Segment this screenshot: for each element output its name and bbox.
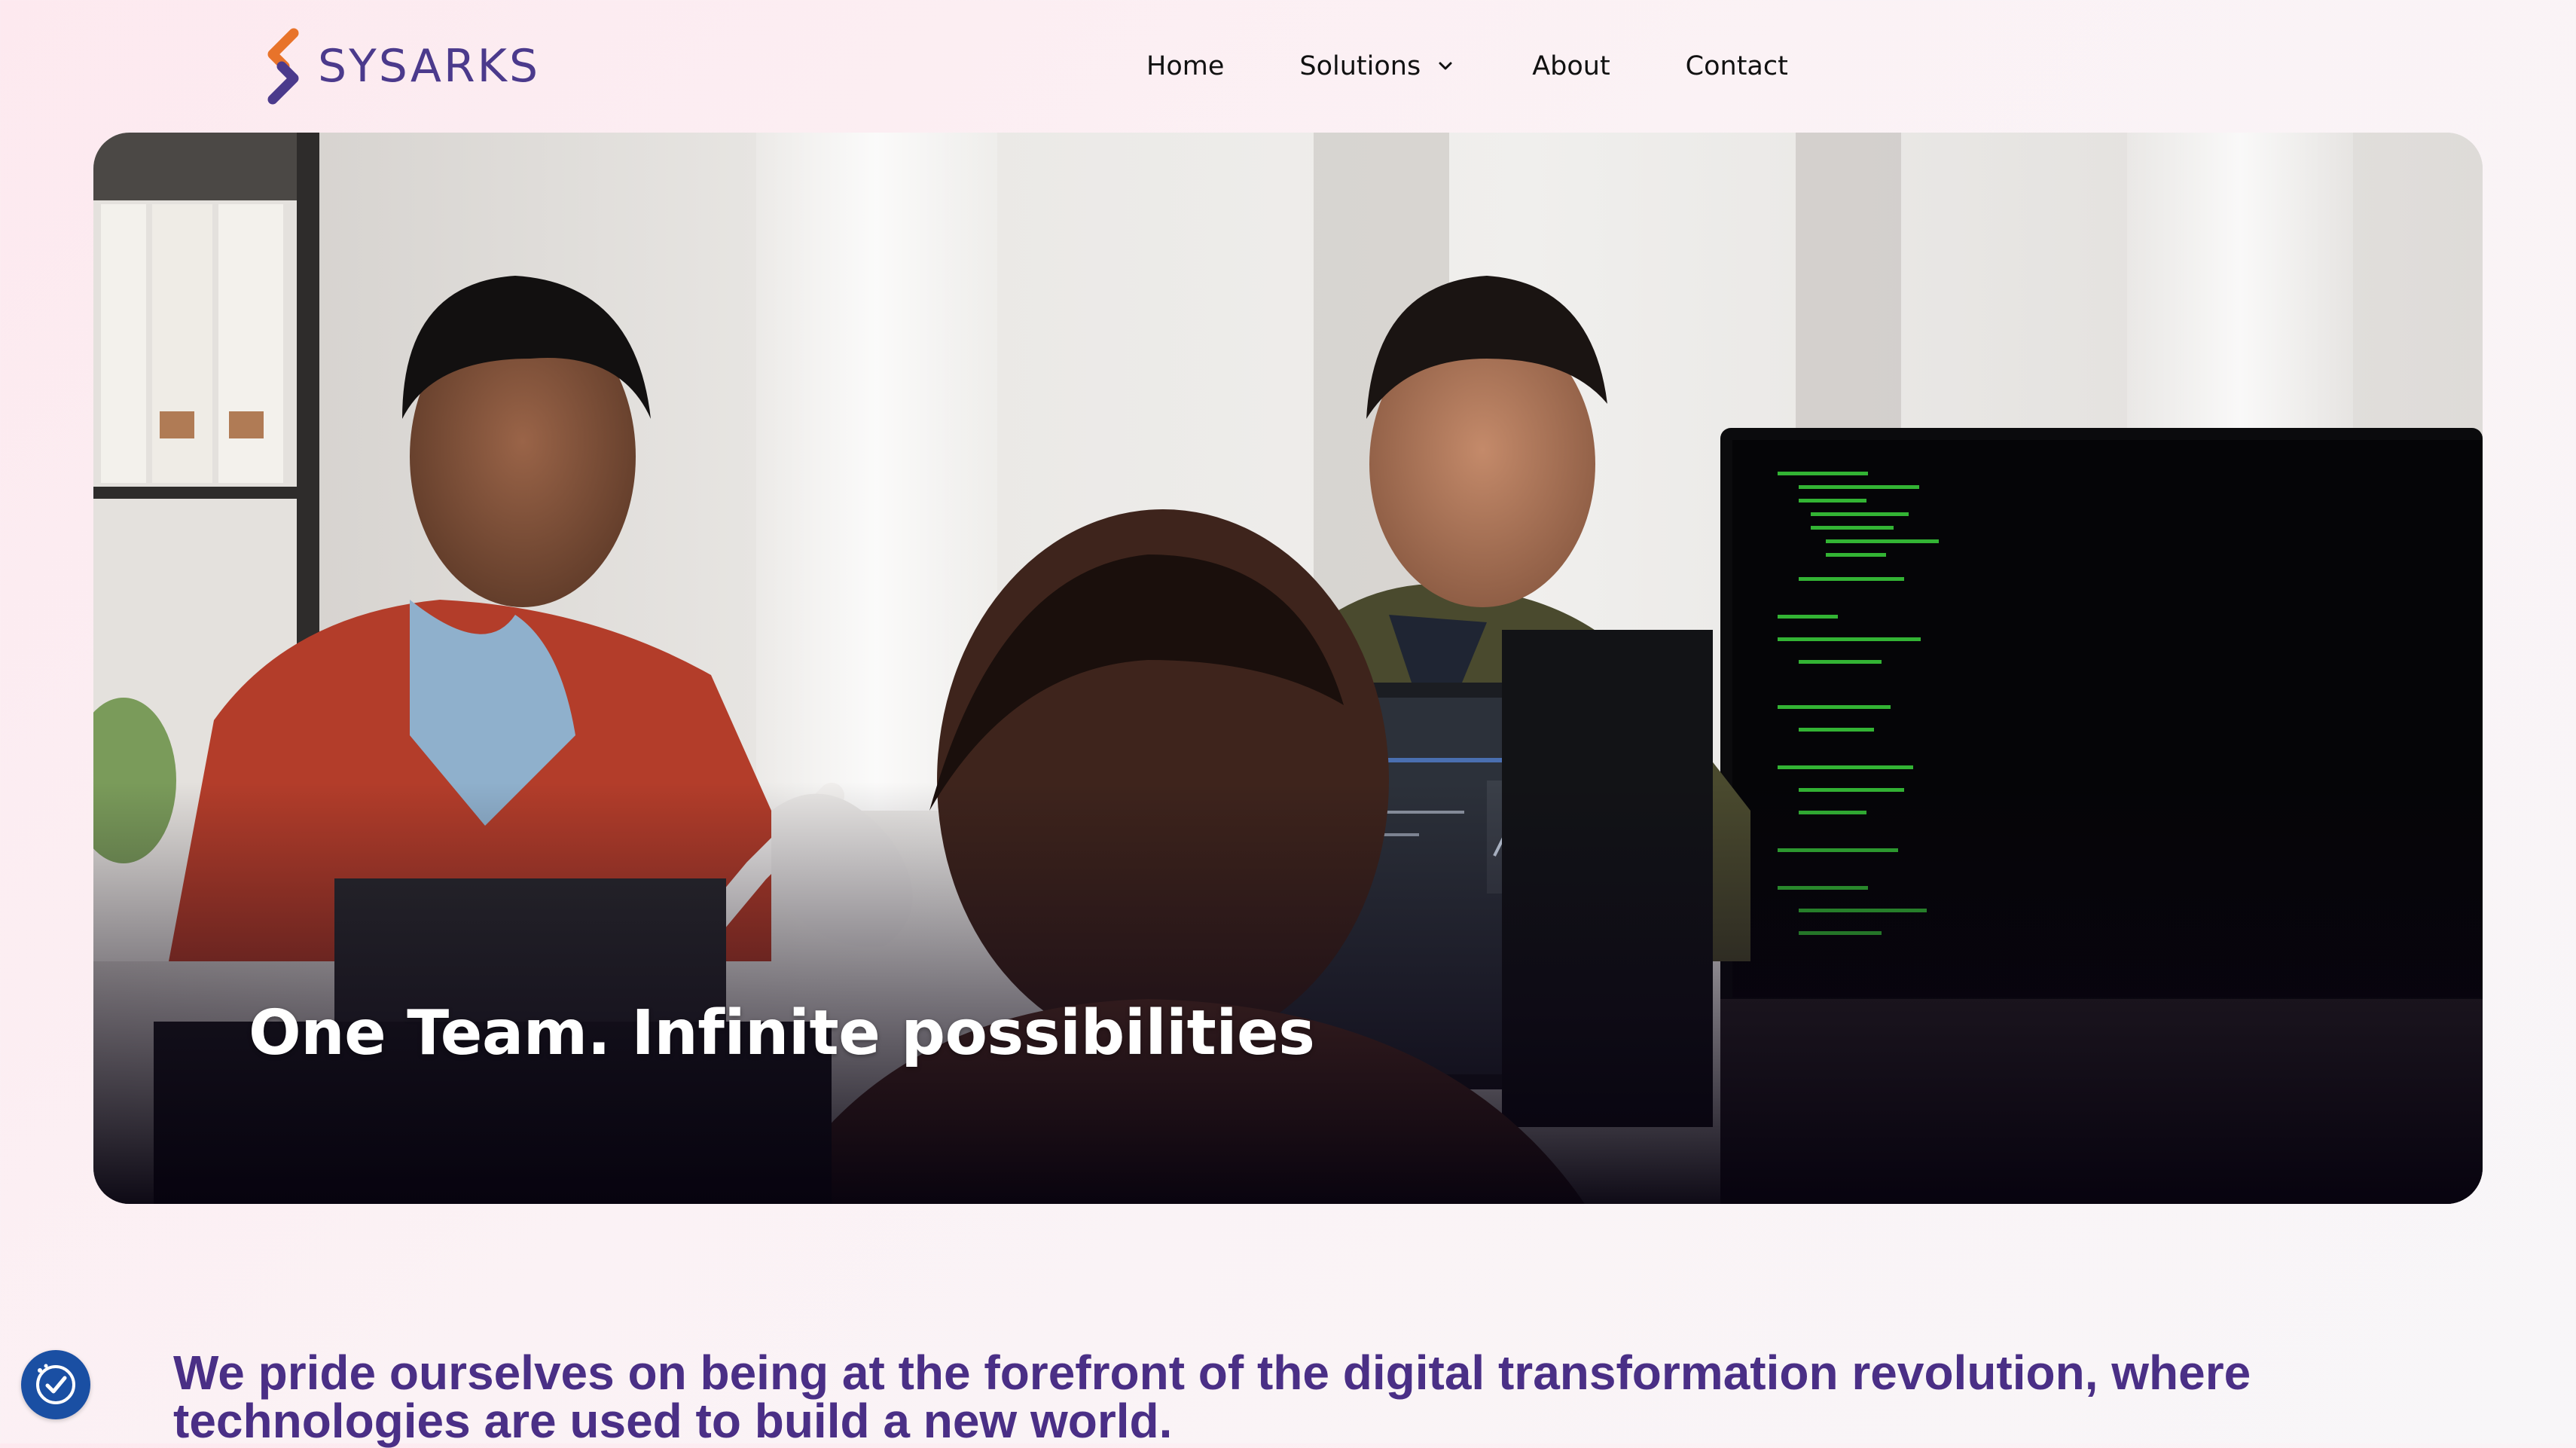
- nav-contact[interactable]: Contact: [1686, 51, 1788, 81]
- accessibility-icon: [36, 1364, 75, 1404]
- intro-statement: We pride ourselves on being at the foref…: [173, 1346, 2251, 1448]
- nav-about-label: About: [1532, 51, 1610, 81]
- hero-banner: One Team. Infinite possibilities: [93, 133, 2483, 1204]
- nav-home[interactable]: Home: [1146, 51, 1224, 81]
- hero-gradient-overlay: [93, 782, 2483, 1204]
- main-nav: Home Solutions About Contact: [1146, 42, 1788, 90]
- brand-name: SYSARKS: [318, 40, 541, 93]
- nav-contact-label: Contact: [1685, 51, 1788, 81]
- nav-home-label: Home: [1146, 51, 1225, 81]
- accessibility-button[interactable]: [21, 1350, 90, 1419]
- site-header: SYSARKS Home Solutions About Contact: [0, 0, 2576, 133]
- nav-about[interactable]: About: [1532, 51, 1610, 81]
- hero-heading: One Team. Infinite possibilities: [249, 997, 1315, 1069]
- brand-logo[interactable]: SYSARKS: [255, 27, 540, 105]
- nav-solutions[interactable]: Solutions: [1299, 51, 1457, 81]
- logo-mark-icon: [267, 28, 299, 105]
- nav-solutions-label: Solutions: [1299, 51, 1421, 81]
- chevron-down-icon: [1439, 62, 1452, 70]
